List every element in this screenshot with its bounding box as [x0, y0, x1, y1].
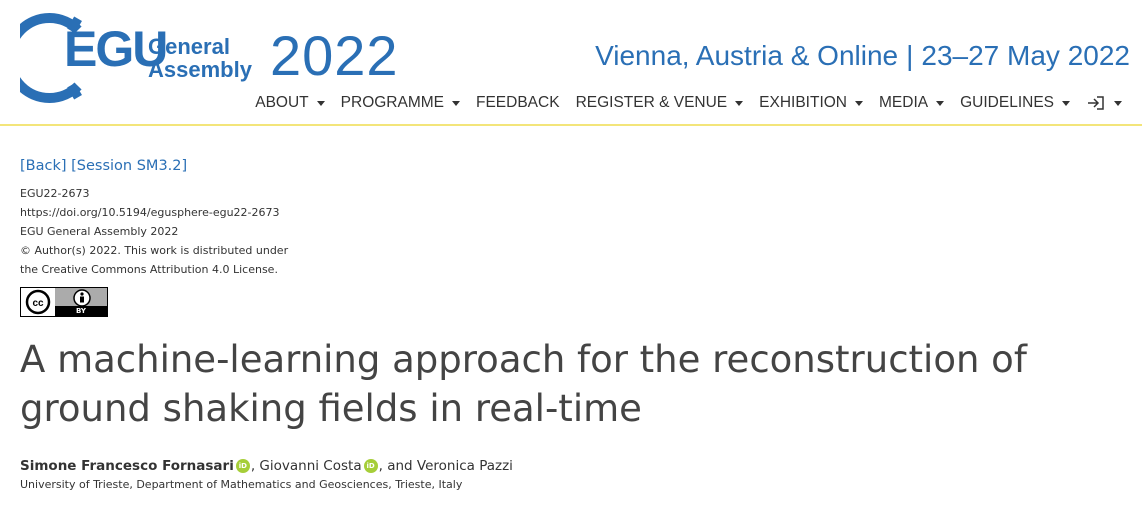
author-name: Veronica Pazzi [416, 457, 513, 474]
egu-logo[interactable]: EGU General Assembly 2022 [20, 8, 400, 108]
back-link[interactable]: [Back] [20, 158, 67, 174]
logo-general: General [148, 34, 230, 59]
caret-down-icon [1114, 100, 1122, 106]
author-separator: , [250, 457, 260, 474]
orcid-icon[interactable]: iD [363, 458, 378, 473]
abstract-id: EGU22-2673 [20, 187, 90, 200]
caret-down-icon [855, 100, 864, 106]
doi-link[interactable]: https://doi.org/10.5194/egusphere-egu22-… [20, 203, 1130, 222]
cc-by-license-badge[interactable]: cc BY [20, 287, 108, 317]
cc-by-label: BY [55, 306, 107, 316]
author-affiliation: University of Trieste, Department of Mat… [20, 477, 463, 491]
main-nav: ABOUT PROGRAMME FEEDBACK REGISTER & VENU… [247, 94, 1130, 112]
author-separator: , and [378, 457, 417, 474]
event-info: Vienna, Austria & Online | 23–27 May 2022 [595, 40, 1130, 72]
caret-down-icon [936, 100, 945, 106]
nav-item-about[interactable]: ABOUT [247, 94, 332, 112]
nav-item-login[interactable] [1078, 95, 1130, 111]
site-header: EGU General Assembly 2022 Vienna, Austri… [0, 0, 1142, 126]
caret-down-icon [1062, 100, 1070, 106]
session-link[interactable]: [Session SM3.2] [71, 158, 187, 174]
header-divider [0, 124, 1142, 126]
nav-item-media[interactable]: MEDIA [871, 94, 952, 112]
abstract-title: A machine-learning approach for the reco… [20, 338, 1027, 430]
event-separator: | [906, 40, 914, 71]
logo-ga-text: General Assembly [148, 35, 252, 81]
caret-down-icon [452, 100, 460, 106]
cc-badge-left: cc [21, 288, 55, 316]
nav-item-exhibition[interactable]: EXHIBITION [751, 94, 871, 112]
nav-label: MEDIA [879, 94, 929, 111]
event-dates: 23–27 May 2022 [921, 40, 1130, 71]
nav-item-guidelines[interactable]: GUIDELINES [952, 94, 1078, 112]
logo-assembly: Assembly [148, 57, 252, 82]
nav-item-programme[interactable]: PROGRAMME [333, 94, 468, 112]
abstract-content: [Back] [Session SM3.2] EGU22-2673 https:… [20, 158, 1130, 491]
conference-name: EGU General Assembly 2022 [20, 225, 179, 238]
author-list: Simone Francesco Fornasari iD , Giovanni… [20, 458, 1130, 474]
cc-icon: cc [25, 289, 51, 315]
nav-label: FEEDBACK [476, 94, 560, 111]
attribution-icon [73, 289, 91, 307]
svg-text:cc: cc [32, 298, 44, 309]
logo-year: 2022 [270, 24, 399, 87]
copyright-line-1: © Author(s) 2022. This work is distribut… [20, 244, 289, 257]
event-location: Vienna, Austria & Online [595, 40, 899, 71]
nav-label: EXHIBITION [759, 94, 848, 111]
back-links: [Back] [Session SM3.2] [20, 158, 1130, 174]
nav-label: REGISTER & VENUE [575, 94, 728, 111]
orcid-icon[interactable]: iD [235, 458, 250, 473]
author-name: Simone Francesco Fornasari [20, 457, 234, 474]
abstract-meta: EGU22-2673 https://doi.org/10.5194/egusp… [20, 184, 1130, 279]
copyright-line-2: the Creative Commons Attribution 4.0 Lic… [20, 263, 278, 276]
author-name: Giovanni Costa [259, 457, 362, 474]
nav-item-register-venue[interactable]: REGISTER & VENUE [568, 94, 752, 112]
nav-item-feedback[interactable]: FEEDBACK [468, 94, 568, 112]
caret-down-icon [316, 100, 325, 106]
caret-down-icon [735, 100, 744, 106]
nav-label: ABOUT [255, 94, 309, 111]
nav-label: PROGRAMME [340, 94, 444, 111]
login-icon [1088, 96, 1104, 110]
nav-label: GUIDELINES [960, 94, 1054, 111]
